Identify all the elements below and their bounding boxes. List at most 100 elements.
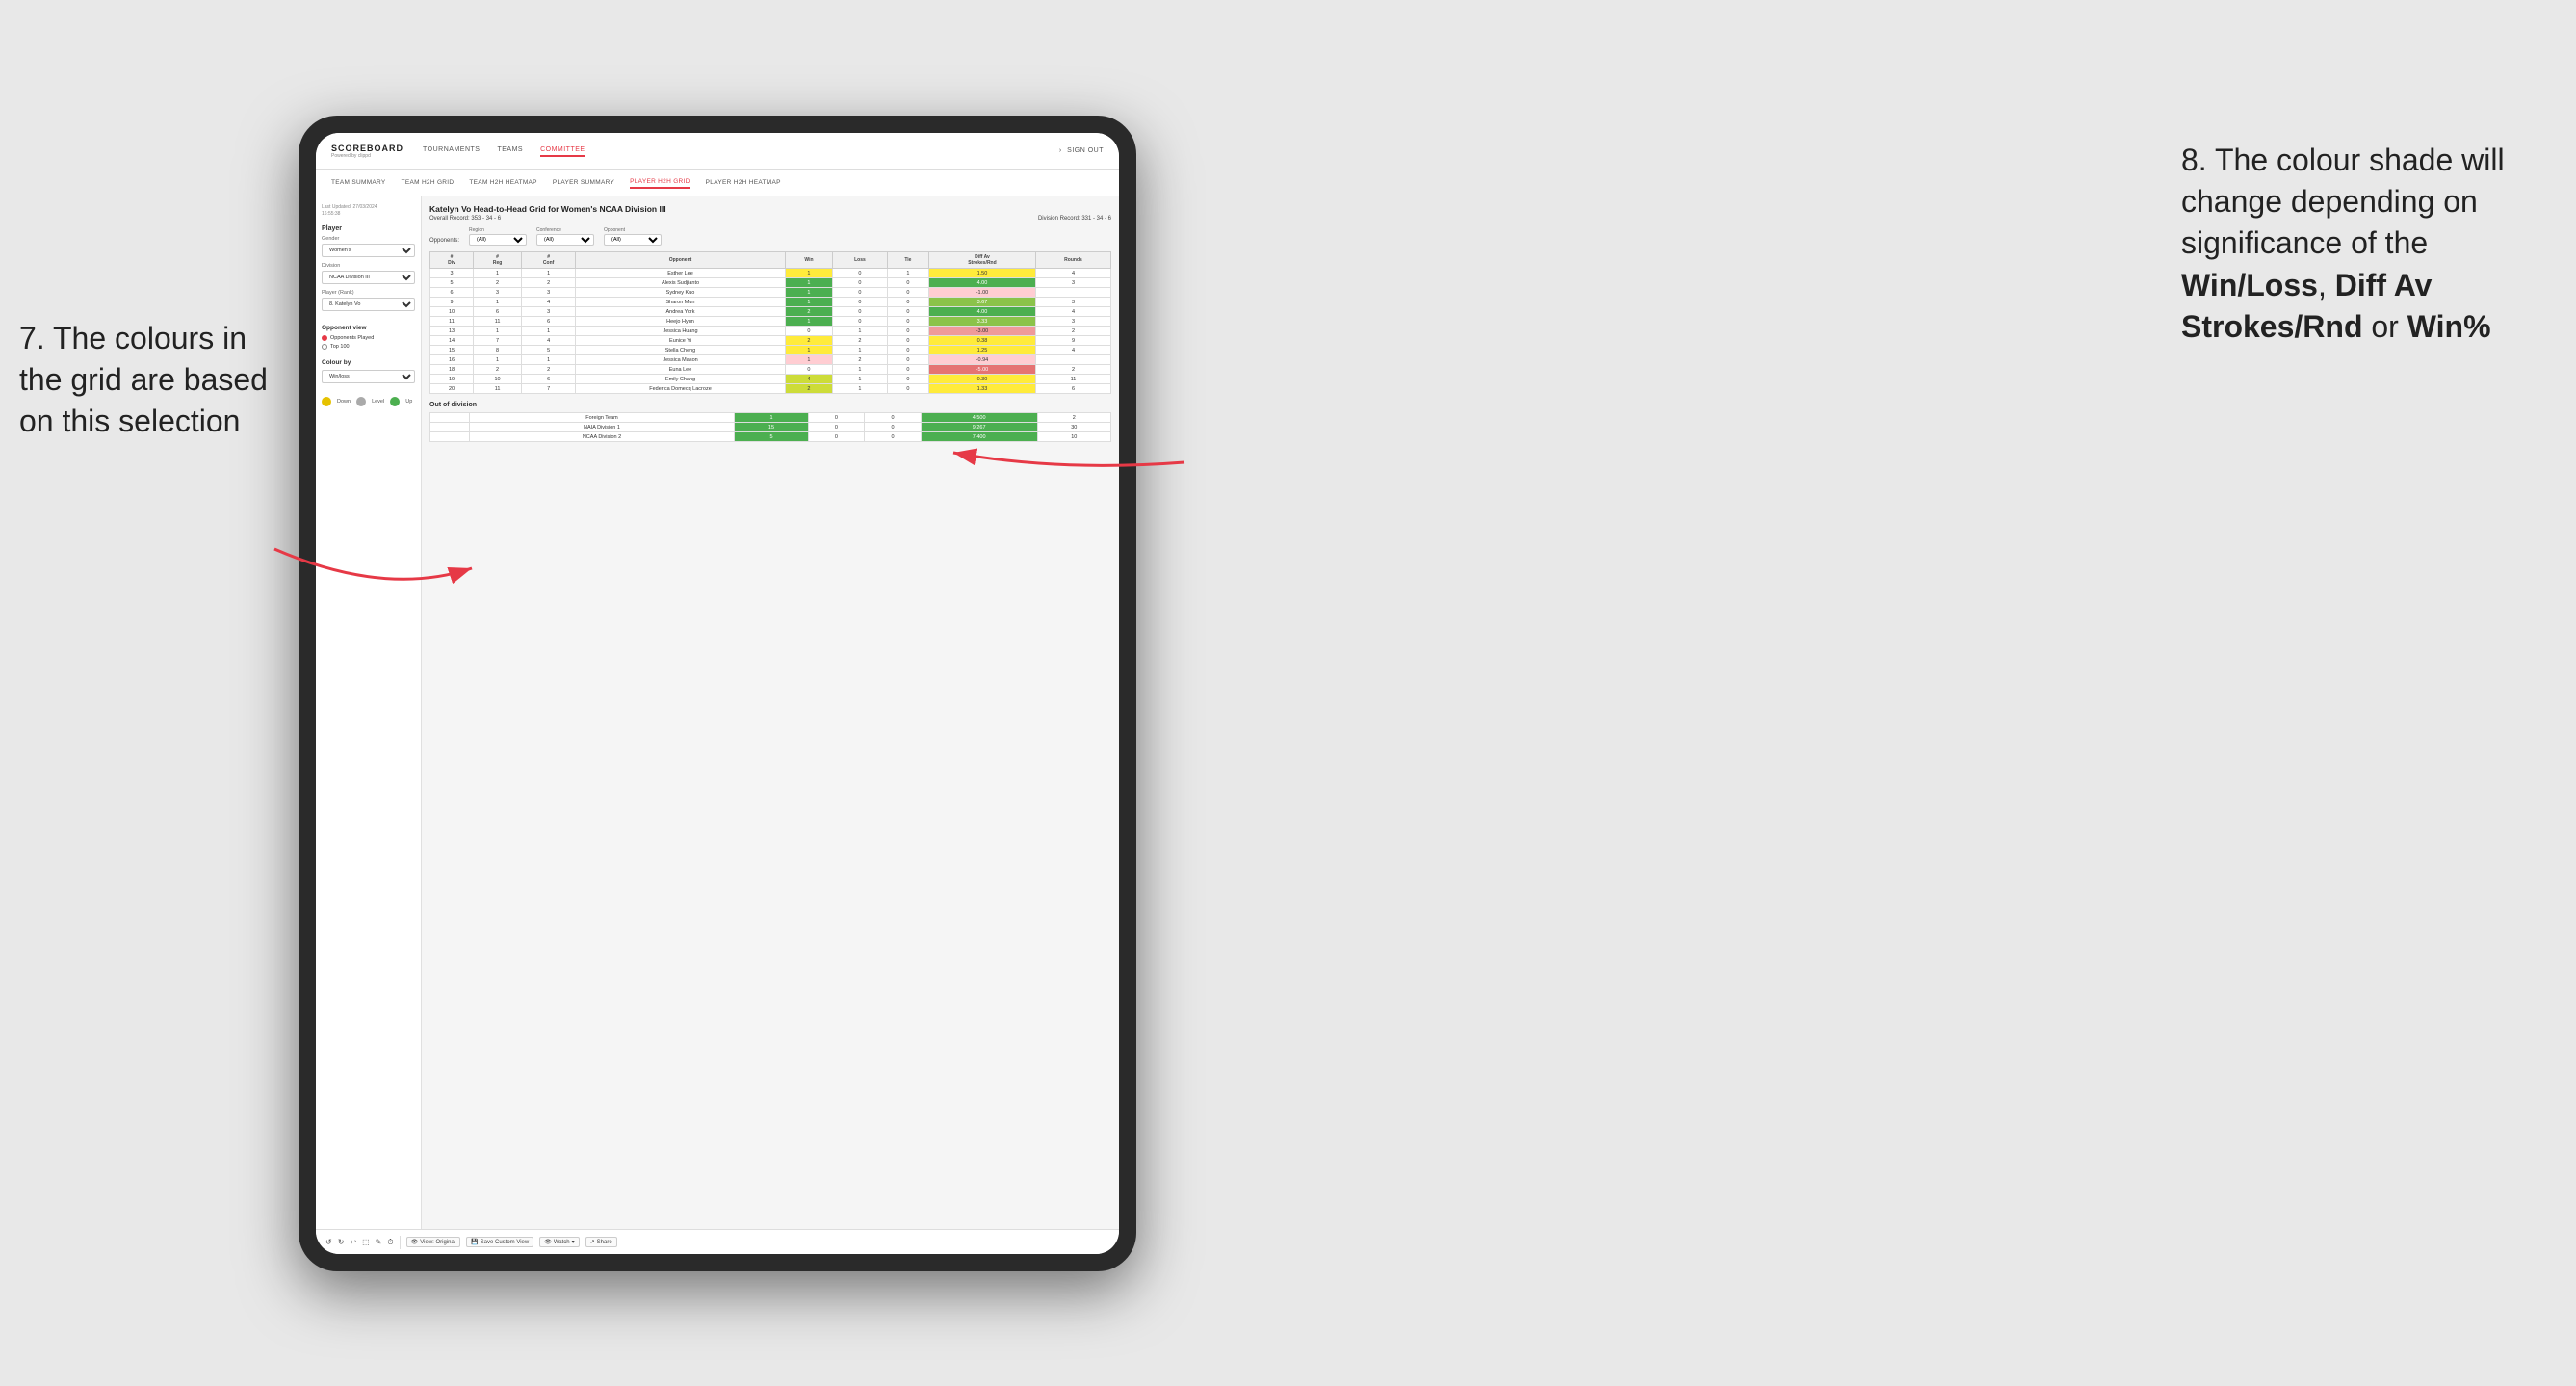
view-icon: 👁	[411, 1239, 419, 1245]
filter-region-select[interactable]: (All)	[469, 234, 527, 246]
ood-opponent: Foreign Team	[469, 413, 735, 423]
ood-diff: 4.500	[921, 413, 1037, 423]
player-rank-select[interactable]: 8. Katelyn Vo	[322, 298, 415, 311]
player-section-title: Player	[322, 225, 415, 232]
ood-tie: 0	[865, 413, 922, 423]
clock-icon[interactable]: ⏱	[387, 1238, 393, 1247]
sub-nav-team-summary[interactable]: TEAM SUMMARY	[331, 177, 386, 188]
radio-opponents-played[interactable]: Opponents Played	[322, 335, 415, 341]
ood-diff: 7.400	[921, 432, 1037, 442]
radio-label-opponents: Opponents Played	[330, 335, 374, 341]
cell-loss: 0	[833, 288, 888, 298]
cell-loss: 1	[833, 384, 888, 394]
ood-table-row: NCAA Division 2 5 0 0 7.400 10	[430, 432, 1111, 442]
opponent-view-title: Opponent view	[322, 325, 415, 331]
share-btn[interactable]: ↗ Share	[585, 1237, 617, 1247]
cell-tie: 1	[887, 269, 928, 278]
cell-reg: 7	[474, 336, 522, 346]
cell-div: 19	[430, 375, 474, 384]
cell-tie: 0	[887, 336, 928, 346]
cell-loss: 0	[833, 317, 888, 327]
undo-icon[interactable]: ↺	[325, 1238, 332, 1246]
th-diff: Diff AvStrokes/Rnd	[928, 252, 1035, 269]
redo-icon[interactable]: ↻	[338, 1238, 345, 1246]
cell-loss: 1	[833, 327, 888, 336]
sub-nav-player-h2h-heatmap[interactable]: PLAYER H2H HEATMAP	[706, 177, 781, 188]
cell-diff: -1.00	[928, 288, 1035, 298]
radio-top100[interactable]: Top 100	[322, 344, 415, 350]
tablet-screen: SCOREBOARD Powered by clippd TOURNAMENTS…	[316, 133, 1119, 1254]
cell-opponent: Esther Lee	[576, 269, 786, 278]
filter-opponent-label: Opponent	[604, 227, 662, 233]
sign-out-link[interactable]: Sign out	[1067, 145, 1104, 156]
table-row: 18 2 2 Euna Lee 0 1 0 -5.00 2	[430, 365, 1111, 375]
cell-rounds: 3	[1035, 317, 1110, 327]
h2h-table: #Div #Reg #Conf Opponent Win Loss Tie Di…	[429, 251, 1111, 394]
cell-diff: 1.25	[928, 346, 1035, 355]
cell-win: 1	[785, 269, 832, 278]
filter-conference-label: Conference	[536, 227, 594, 233]
cell-diff: 4.00	[928, 278, 1035, 288]
grid-title: Katelyn Vo Head-to-Head Grid for Women's…	[429, 204, 1111, 214]
cell-opponent: Jessica Huang	[576, 327, 786, 336]
nav-tournaments[interactable]: TOURNAMENTS	[423, 144, 480, 157]
filter-conference-select[interactable]: (All)	[536, 234, 594, 246]
back-icon[interactable]: ↩	[350, 1238, 356, 1246]
view-original-label: View: Original	[420, 1240, 455, 1245]
ood-tie: 0	[865, 423, 922, 432]
cell-reg: 1	[474, 327, 522, 336]
nav-bar: SCOREBOARD Powered by clippd TOURNAMENTS…	[316, 133, 1119, 170]
colour-by-select[interactable]: Win/loss	[322, 370, 415, 383]
cell-reg: 2	[474, 278, 522, 288]
filter-opponent-select[interactable]: (All)	[604, 234, 662, 246]
cell-reg: 3	[474, 288, 522, 298]
copy-icon[interactable]: ⬚	[362, 1238, 370, 1246]
cell-conf: 1	[522, 355, 576, 365]
view-original-btn[interactable]: 👁 View: Original	[406, 1237, 461, 1247]
nav-committee[interactable]: COMMITTEE	[540, 144, 585, 157]
logo-area: SCOREBOARD Powered by clippd	[331, 144, 403, 159]
radio-dot-opponents	[322, 335, 327, 341]
cell-diff: 1.33	[928, 384, 1035, 394]
legend-label-level: Level	[372, 399, 384, 405]
cell-loss: 0	[833, 278, 888, 288]
cell-rounds: 4	[1035, 346, 1110, 355]
cell-win: 0	[785, 327, 832, 336]
cell-diff: 1.50	[928, 269, 1035, 278]
table-row: 11 11 6 Heejo Hyun 1 0 0 3.33 3	[430, 317, 1111, 327]
filter-conference: Conference (All)	[536, 227, 594, 246]
cell-conf: 6	[522, 375, 576, 384]
cell-diff: 0.30	[928, 375, 1035, 384]
th-tie: Tie	[887, 252, 928, 269]
cell-rounds: 11	[1035, 375, 1110, 384]
edit-icon[interactable]: ✎	[376, 1238, 382, 1246]
nav-teams[interactable]: TEAMS	[497, 144, 523, 157]
cell-rounds	[1035, 288, 1110, 298]
ood-rounds: 2	[1037, 413, 1110, 423]
cell-reg: 11	[474, 384, 522, 394]
table-row: 3 1 1 Esther Lee 1 0 1 1.50 4	[430, 269, 1111, 278]
cell-reg: 6	[474, 307, 522, 317]
sub-nav-player-h2h-grid[interactable]: PLAYER H2H GRID	[630, 176, 690, 189]
cell-opponent: Sydney Kuo	[576, 288, 786, 298]
cell-opponent: Andrea York	[576, 307, 786, 317]
cell-reg: 1	[474, 269, 522, 278]
sub-nav-team-h2h-heatmap[interactable]: TEAM H2H HEATMAP	[469, 177, 536, 188]
sub-nav-player-summary[interactable]: PLAYER SUMMARY	[553, 177, 614, 188]
th-conf: #Conf	[522, 252, 576, 269]
left-panel: Last Updated: 27/03/2024 16:55:38 Player…	[316, 196, 422, 1229]
cell-rounds: 2	[1035, 327, 1110, 336]
sub-nav-team-h2h-grid[interactable]: TEAM H2H GRID	[402, 177, 455, 188]
division-select[interactable]: NCAA Division III	[322, 271, 415, 284]
filter-opponent: Opponent (All)	[604, 227, 662, 246]
nav-right: › Sign out	[1059, 145, 1104, 156]
watch-btn[interactable]: 👁 Watch ▾	[539, 1237, 579, 1247]
cell-opponent: Eunice Yi	[576, 336, 786, 346]
gender-select[interactable]: Women's	[322, 244, 415, 257]
cell-div: 9	[430, 298, 474, 307]
ood-rounds: 10	[1037, 432, 1110, 442]
save-custom-btn[interactable]: 💾 Save Custom View	[466, 1237, 533, 1247]
th-win: Win	[785, 252, 832, 269]
ood-loss: 0	[808, 423, 865, 432]
cell-rounds	[1035, 355, 1110, 365]
